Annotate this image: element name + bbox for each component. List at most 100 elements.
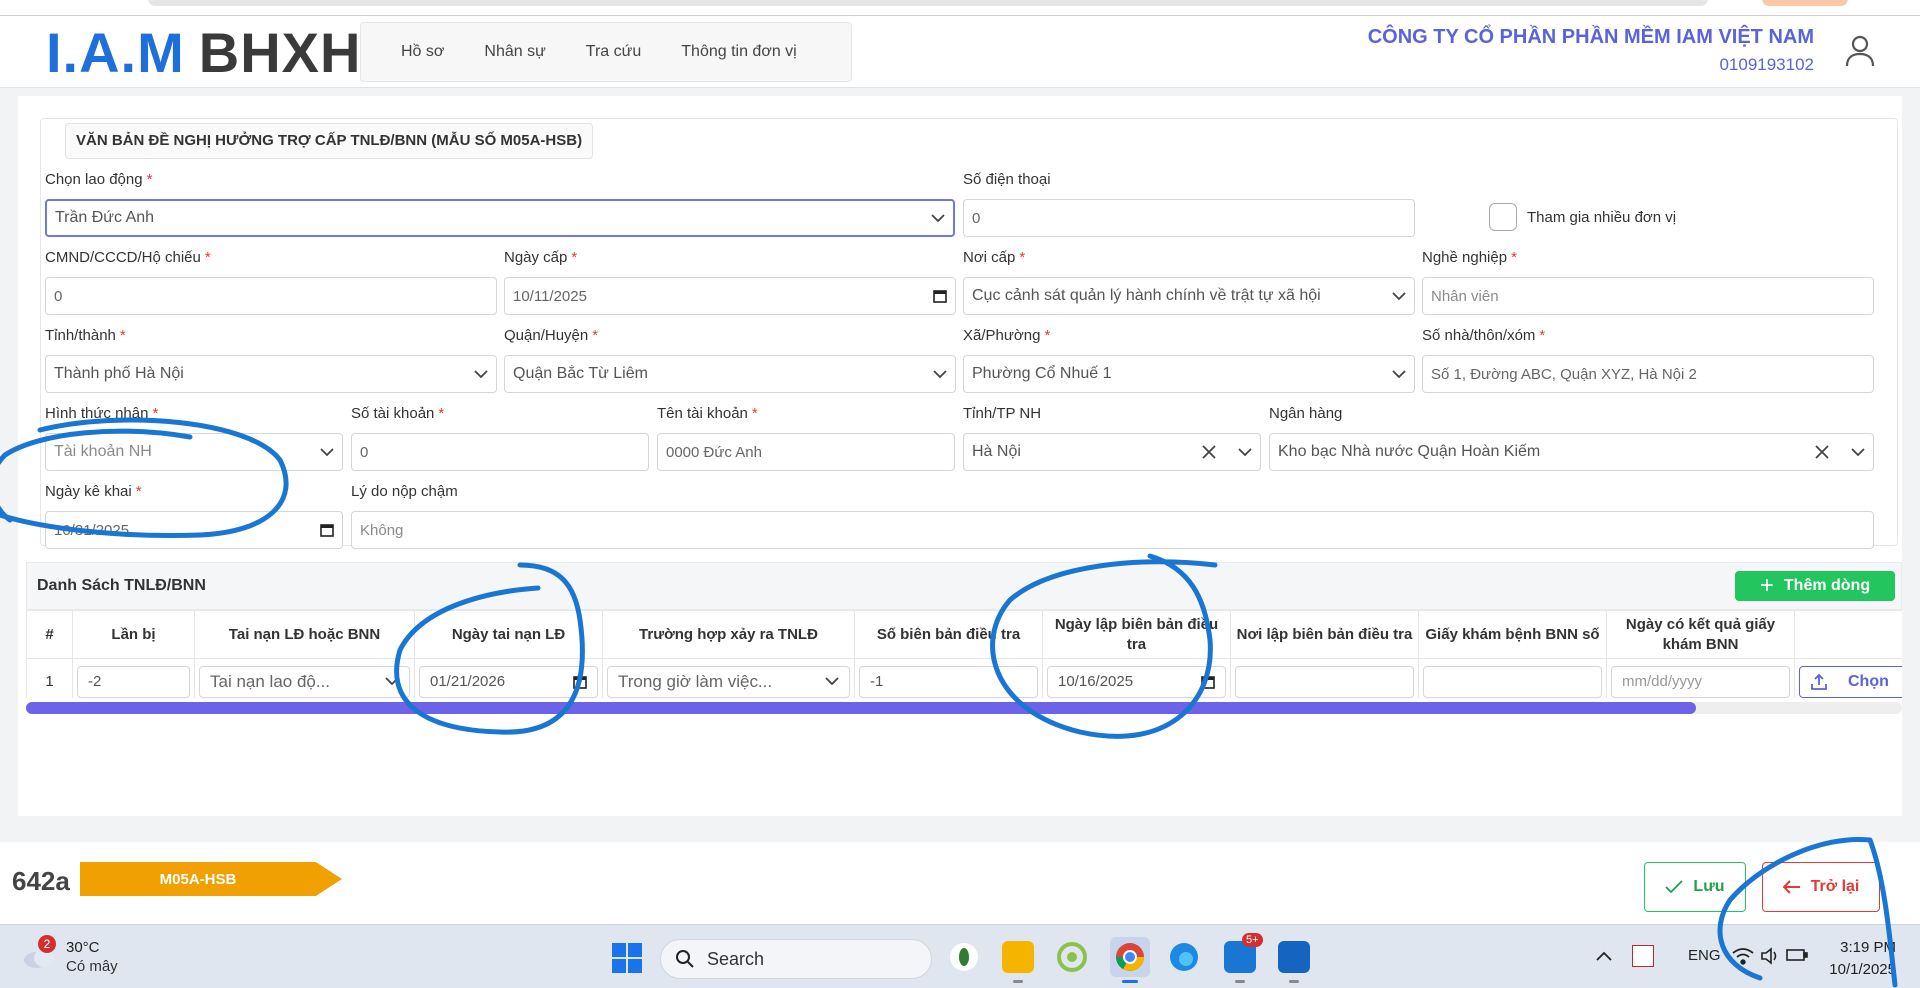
receive-method-select[interactable]: Tài khoản NH — [45, 433, 343, 471]
scrollbar-thumb[interactable] — [26, 702, 1696, 714]
account-name-input[interactable]: 0000 Đức Anh — [657, 433, 955, 471]
clear-icon[interactable] — [1815, 445, 1829, 459]
declare-date-value: 10/31/2025 — [54, 521, 130, 539]
wifi-icon[interactable] — [1732, 947, 1754, 965]
language-indicator[interactable]: ENG — [1688, 947, 1721, 964]
occupation-input[interactable]: Nhân viên — [1422, 277, 1874, 315]
calendar-icon[interactable] — [320, 523, 334, 537]
table-horizontal-scrollbar[interactable] — [26, 702, 1902, 714]
report-date-input[interactable]: 10/16/2025 — [1047, 665, 1226, 698]
account-no-input[interactable]: 0 — [351, 433, 649, 471]
ward-field: Xã/Phường * Phường Cổ Nhuế 1 — [963, 327, 1415, 393]
photo-app-icon[interactable] — [1278, 941, 1310, 973]
id-number-input[interactable]: 0 — [45, 277, 497, 315]
chevron-down-icon — [320, 447, 334, 456]
nav-item-thong-tin-don-vi[interactable]: Thông tin đơn vị — [681, 43, 796, 61]
calendar-icon[interactable] — [1201, 675, 1215, 689]
column-header: # — [26, 610, 73, 659]
file-explorer-icon[interactable] — [1002, 941, 1034, 973]
speaker-icon[interactable] — [1760, 947, 1780, 965]
multi-unit-checkbox[interactable]: Tham gia nhiều đơn vị — [1489, 203, 1676, 231]
bank-value: Kho bạc Nhà nước Quận Hoàn Kiếm — [1278, 443, 1541, 460]
edge-icon[interactable] — [1168, 941, 1200, 973]
app-logo[interactable]: I.A.M BHXH — [46, 21, 361, 84]
table-header-row: # Lần bị Tai nạn LĐ hoặc BNN Ngày tai nạ… — [26, 610, 1902, 659]
province-select[interactable]: Thành phố Hà Nội — [45, 355, 497, 393]
chrome-icon[interactable] — [1110, 937, 1150, 977]
nav-item-nhan-su[interactable]: Nhân sự — [484, 43, 545, 61]
district-value: Quận Bắc Từ Liêm — [513, 365, 648, 382]
account-no-value: 0 — [360, 443, 369, 461]
issue-date-input[interactable]: 10/11/2025 — [504, 277, 956, 315]
bank-field: Ngân hàng Kho bạc Nhà nước Quận Hoàn Kiế… — [1269, 405, 1874, 471]
clock[interactable]: 3:19 PM 10/1/2025 — [1829, 937, 1896, 981]
ward-select[interactable]: Phường Cổ Nhuế 1 — [963, 355, 1415, 393]
taskbar-search[interactable]: Search — [660, 939, 932, 979]
chevron-down-icon — [931, 213, 945, 222]
chevron-up-icon[interactable] — [1596, 951, 1612, 961]
account-no-field: Số tài khoản * 0 — [351, 405, 649, 471]
worker-select[interactable]: Trần Đức Anh — [45, 199, 955, 237]
zalo-icon[interactable]: 5+ — [1224, 933, 1263, 973]
form-code: 642a — [12, 866, 70, 896]
issue-place-value: Cục cảnh sát quản lý hành chính về trật … — [972, 287, 1321, 304]
user-icon[interactable] — [1844, 34, 1876, 68]
receive-method-label: Hình thức nhận — [45, 405, 149, 422]
column-header: Ngày có kết quả giấy khám BNN — [1606, 610, 1795, 659]
certificate-no-input[interactable] — [1423, 665, 1602, 698]
address-value: Số 1, Đường ABC, Quận XYZ, Hà Nội 2 — [1431, 365, 1697, 383]
weather-widget[interactable]: 2 30°C Có mây — [22, 935, 118, 975]
nav-item-ho-so[interactable]: Hồ sơ — [401, 43, 444, 61]
save-button[interactable]: Lưu — [1644, 862, 1746, 912]
declare-date-input[interactable]: 10/31/2025 — [45, 511, 343, 549]
report-place-input[interactable] — [1235, 665, 1414, 698]
app-green-icon[interactable] — [1056, 941, 1088, 973]
add-row-button[interactable]: + Thêm dòng — [1735, 571, 1895, 601]
nav-item-tra-cuu[interactable]: Tra cứu — [586, 43, 641, 61]
battery-icon[interactable] — [1786, 947, 1808, 963]
weather-badge: 2 — [38, 935, 56, 953]
occupation-label: Nghề nghiệp — [1422, 249, 1508, 266]
windows-start-icon[interactable] — [612, 943, 642, 973]
id-number-value: 0 — [54, 287, 63, 305]
address-bar-edge[interactable] — [148, 0, 1708, 6]
report-no-input[interactable]: -1 — [859, 665, 1038, 698]
account-no-label: Số tài khoản — [351, 405, 435, 422]
calendar-icon[interactable] — [933, 289, 947, 303]
running-indicator — [1235, 980, 1245, 983]
occupation-value: Nhân viên — [1431, 287, 1499, 305]
district-field: Quận/Huyện * Quận Bắc Từ Liêm — [504, 327, 956, 393]
back-button[interactable]: Trở lại — [1762, 862, 1880, 912]
save-label: Lưu — [1693, 878, 1725, 895]
clock-time: 3:19 PM — [1840, 939, 1896, 956]
bank-province-select[interactable]: Hà Nội — [963, 433, 1261, 471]
issue-place-select[interactable]: Cục cảnh sát quản lý hành chính về trật … — [963, 277, 1415, 315]
address-input[interactable]: Số 1, Đường ABC, Quận XYZ, Hà Nội 2 — [1422, 355, 1874, 393]
late-reason-value: Không — [360, 521, 404, 539]
required-mark: * — [592, 327, 599, 344]
required-mark: * — [135, 483, 142, 500]
accident-date-value: 01/21/2026 — [430, 673, 506, 690]
accident-type-select[interactable]: Tai nạn lao độ... — [199, 665, 410, 698]
circumstance-select[interactable]: Trong giờ làm việc... — [607, 665, 850, 698]
checkbox-square[interactable] — [1489, 203, 1517, 231]
late-reason-input[interactable]: Không — [351, 511, 1874, 549]
bank-select[interactable]: Kho bạc Nhà nước Quận Hoàn Kiếm — [1269, 433, 1874, 471]
times-input[interactable]: -2 — [77, 665, 190, 698]
tray-app-icon[interactable] — [1632, 945, 1654, 967]
calendar-icon[interactable] — [573, 675, 587, 689]
running-indicator — [1122, 980, 1138, 983]
widget-leaf-icon[interactable] — [950, 943, 978, 971]
windows-taskbar: 2 30°C Có mây Search 5+ ENG 3:19 PM 10/1… — [0, 924, 1920, 988]
search-icon — [676, 950, 694, 968]
browser-profile-edge[interactable] — [1762, 0, 1848, 6]
choose-file-button[interactable]: Chọn — [1799, 665, 1902, 698]
result-date-input[interactable]: mm/dd/yyyy — [1611, 665, 1790, 698]
accident-date-input[interactable]: 01/21/2026 — [419, 665, 598, 698]
phone-input[interactable]: 0 — [963, 199, 1415, 237]
required-mark: * — [1511, 249, 1517, 266]
district-select[interactable]: Quận Bắc Từ Liêm — [504, 355, 956, 393]
clear-icon[interactable] — [1202, 445, 1216, 459]
company-tax-code: 0109193102 — [1719, 55, 1814, 74]
company-name: CÔNG TY CỔ PHẦN PHẦN MỀM IAM VIỆT NAM — [1367, 26, 1814, 48]
